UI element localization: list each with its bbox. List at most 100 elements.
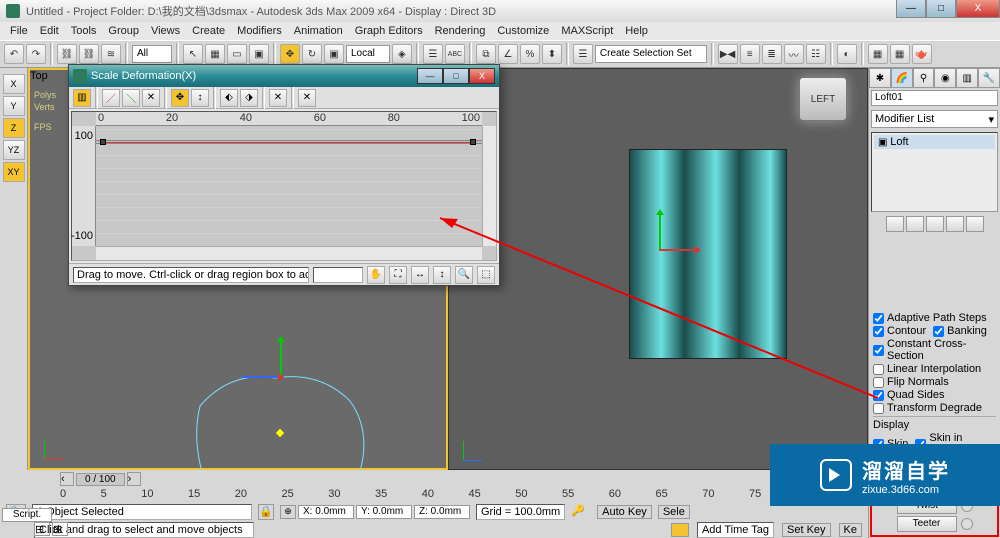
constcs-check[interactable]: Constant Cross-Section [873,338,996,362]
pan-button[interactable]: ✋ [367,266,385,284]
material-editor-button[interactable]: ◐ [837,44,857,64]
manipulate-button[interactable]: ☰ [423,44,443,64]
setkey-button[interactable]: Set Key [782,523,831,537]
y-field[interactable]: Y: 0.0mm [356,505,412,519]
macro-record-icon[interactable] [671,523,689,537]
rect-select-button[interactable]: ▭ [227,44,247,64]
keyboard-shortcut-button[interactable]: ABC [445,44,465,64]
display-x-button[interactable]: ／ [102,89,120,107]
menu-help[interactable]: Help [619,25,654,37]
render-frame-button[interactable]: ▦ [890,44,910,64]
modifier-list-select[interactable]: Modifier List▾ [871,110,998,128]
left-viewport[interactable]: Left LEFT [448,68,868,470]
select-name-button[interactable]: ▦ [205,44,225,64]
window-crossing-button[interactable]: ▣ [249,44,269,64]
selected-filter[interactable]: Sele [658,505,690,519]
timeslider-next[interactable]: › [127,472,141,486]
modifier-stack[interactable]: ▣ Loft [871,132,998,212]
zoom-button[interactable]: 🔍 [455,266,473,284]
menu-animation[interactable]: Animation [288,25,349,37]
menu-edit[interactable]: Edit [34,25,65,37]
layers-button[interactable]: ≣ [762,44,782,64]
trans-check[interactable]: Transform Degrade [873,402,996,414]
select-button[interactable]: ↖ [183,44,203,64]
zoom-extents-button[interactable]: ⛶ [389,266,407,284]
axis-z[interactable]: Z [3,118,25,138]
menu-views[interactable]: Views [145,25,186,37]
scale-button[interactable]: ▣ [324,44,344,64]
dialog-minimize-button[interactable]: — [417,68,443,84]
zoom-h-extents-button[interactable]: ↔ [411,266,429,284]
align-button[interactable]: ≡ [740,44,760,64]
selection-set-input[interactable]: Create Selection Set [595,45,707,63]
viewcube[interactable]: LEFT [799,77,847,121]
time-slider[interactable]: ‹ 0 / 100 › [0,470,868,488]
redo-button[interactable]: ↷ [26,44,46,64]
mirror-button[interactable]: ▶◀ [718,44,738,64]
graph-vscroll[interactable] [482,126,496,246]
dialog-maximize-button[interactable]: □ [443,68,469,84]
zoom-region-button[interactable]: ⬚ [477,266,495,284]
tab-utilities[interactable]: 🔧 [978,68,1000,88]
mini-max-icon[interactable]: ⊞ [52,522,68,536]
dialog-value-field[interactable] [313,267,363,283]
link-button[interactable]: ⛓ [57,44,77,64]
abs-rel-toggle[interactable]: ⊕ [280,505,296,519]
snap-button[interactable]: ⧉ [476,44,496,64]
menu-rendering[interactable]: Rendering [429,25,492,37]
menu-file[interactable]: File [4,25,34,37]
mini-min-icon[interactable]: ⊟ [34,522,50,536]
selection-lock-icon[interactable]: 🔒 [258,504,274,520]
dialog-title-bar[interactable]: Scale Deformation(X) — □ X [69,65,499,87]
tab-create[interactable]: ✱ [869,68,891,88]
menu-maxscript[interactable]: MAXScript [555,25,619,37]
loft-object[interactable] [629,149,787,359]
autokey-button[interactable]: Auto Key [597,505,652,519]
pivot-button[interactable]: ◈ [392,44,412,64]
unlink-button[interactable]: ⛓ [79,44,99,64]
spinner-snap-button[interactable]: ⬍ [542,44,562,64]
dialog-close-button[interactable]: X [469,68,495,84]
coordsys-select[interactable]: Local [346,45,390,63]
insert-corner-button[interactable]: ⬖ [220,89,238,107]
maximize-button[interactable]: □ [926,0,956,18]
close-button[interactable]: X [956,0,1000,18]
editnamed-button[interactable]: ☰ [573,44,593,64]
menu-modifiers[interactable]: Modifiers [231,25,288,37]
schematic-button[interactable]: ☷ [806,44,826,64]
remove-modifier-button[interactable] [946,216,964,232]
menu-grapheditors[interactable]: Graph Editors [349,25,429,37]
tab-display[interactable]: ▥ [956,68,978,88]
delete-cp-button[interactable]: ✕ [269,89,287,107]
key-icon[interactable]: 🔑 [571,504,591,520]
menu-tools[interactable]: Tools [65,25,103,37]
contour-check[interactable]: Contour Banking [873,325,996,337]
axis-yz[interactable]: YZ [3,140,25,160]
undo-button[interactable]: ↶ [4,44,24,64]
scale-curve[interactable] [100,142,476,143]
curve-editor-button[interactable]: 〰 [784,44,804,64]
make-unique-button[interactable] [926,216,944,232]
axis-x[interactable]: X [3,74,25,94]
display-y-button[interactable]: ＼ [122,89,140,107]
show-end-result-button[interactable] [906,216,924,232]
teeter-deform-button[interactable]: Teeter [897,516,957,532]
stack-item-loft[interactable]: ▣ Loft [874,135,995,149]
menu-group[interactable]: Group [102,25,145,37]
render-setup-button[interactable]: ▦ [868,44,888,64]
flip-check[interactable]: Flip Normals [873,376,996,388]
x-field[interactable]: X: 0.0mm [298,505,354,519]
timeslider-prev[interactable]: ‹ [60,472,74,486]
keyfilters-button[interactable]: Ke [839,523,862,537]
graph-plot[interactable] [96,126,482,246]
adaptive-check[interactable]: Adaptive Path Steps [873,312,996,324]
axis-xy[interactable]: XY [3,162,25,182]
linint-check[interactable]: Linear Interpolation [873,363,996,375]
render-button[interactable]: 🫖 [912,44,932,64]
teeter-enable-toggle[interactable] [961,518,973,530]
time-tag-button[interactable]: Add Time Tag [697,522,774,538]
tab-hierarchy[interactable]: ⚲ [913,68,935,88]
control-point-start[interactable] [100,139,106,145]
tab-modify[interactable]: 🌈 [891,68,913,88]
bind-spacewarp-button[interactable]: ≋ [101,44,121,64]
